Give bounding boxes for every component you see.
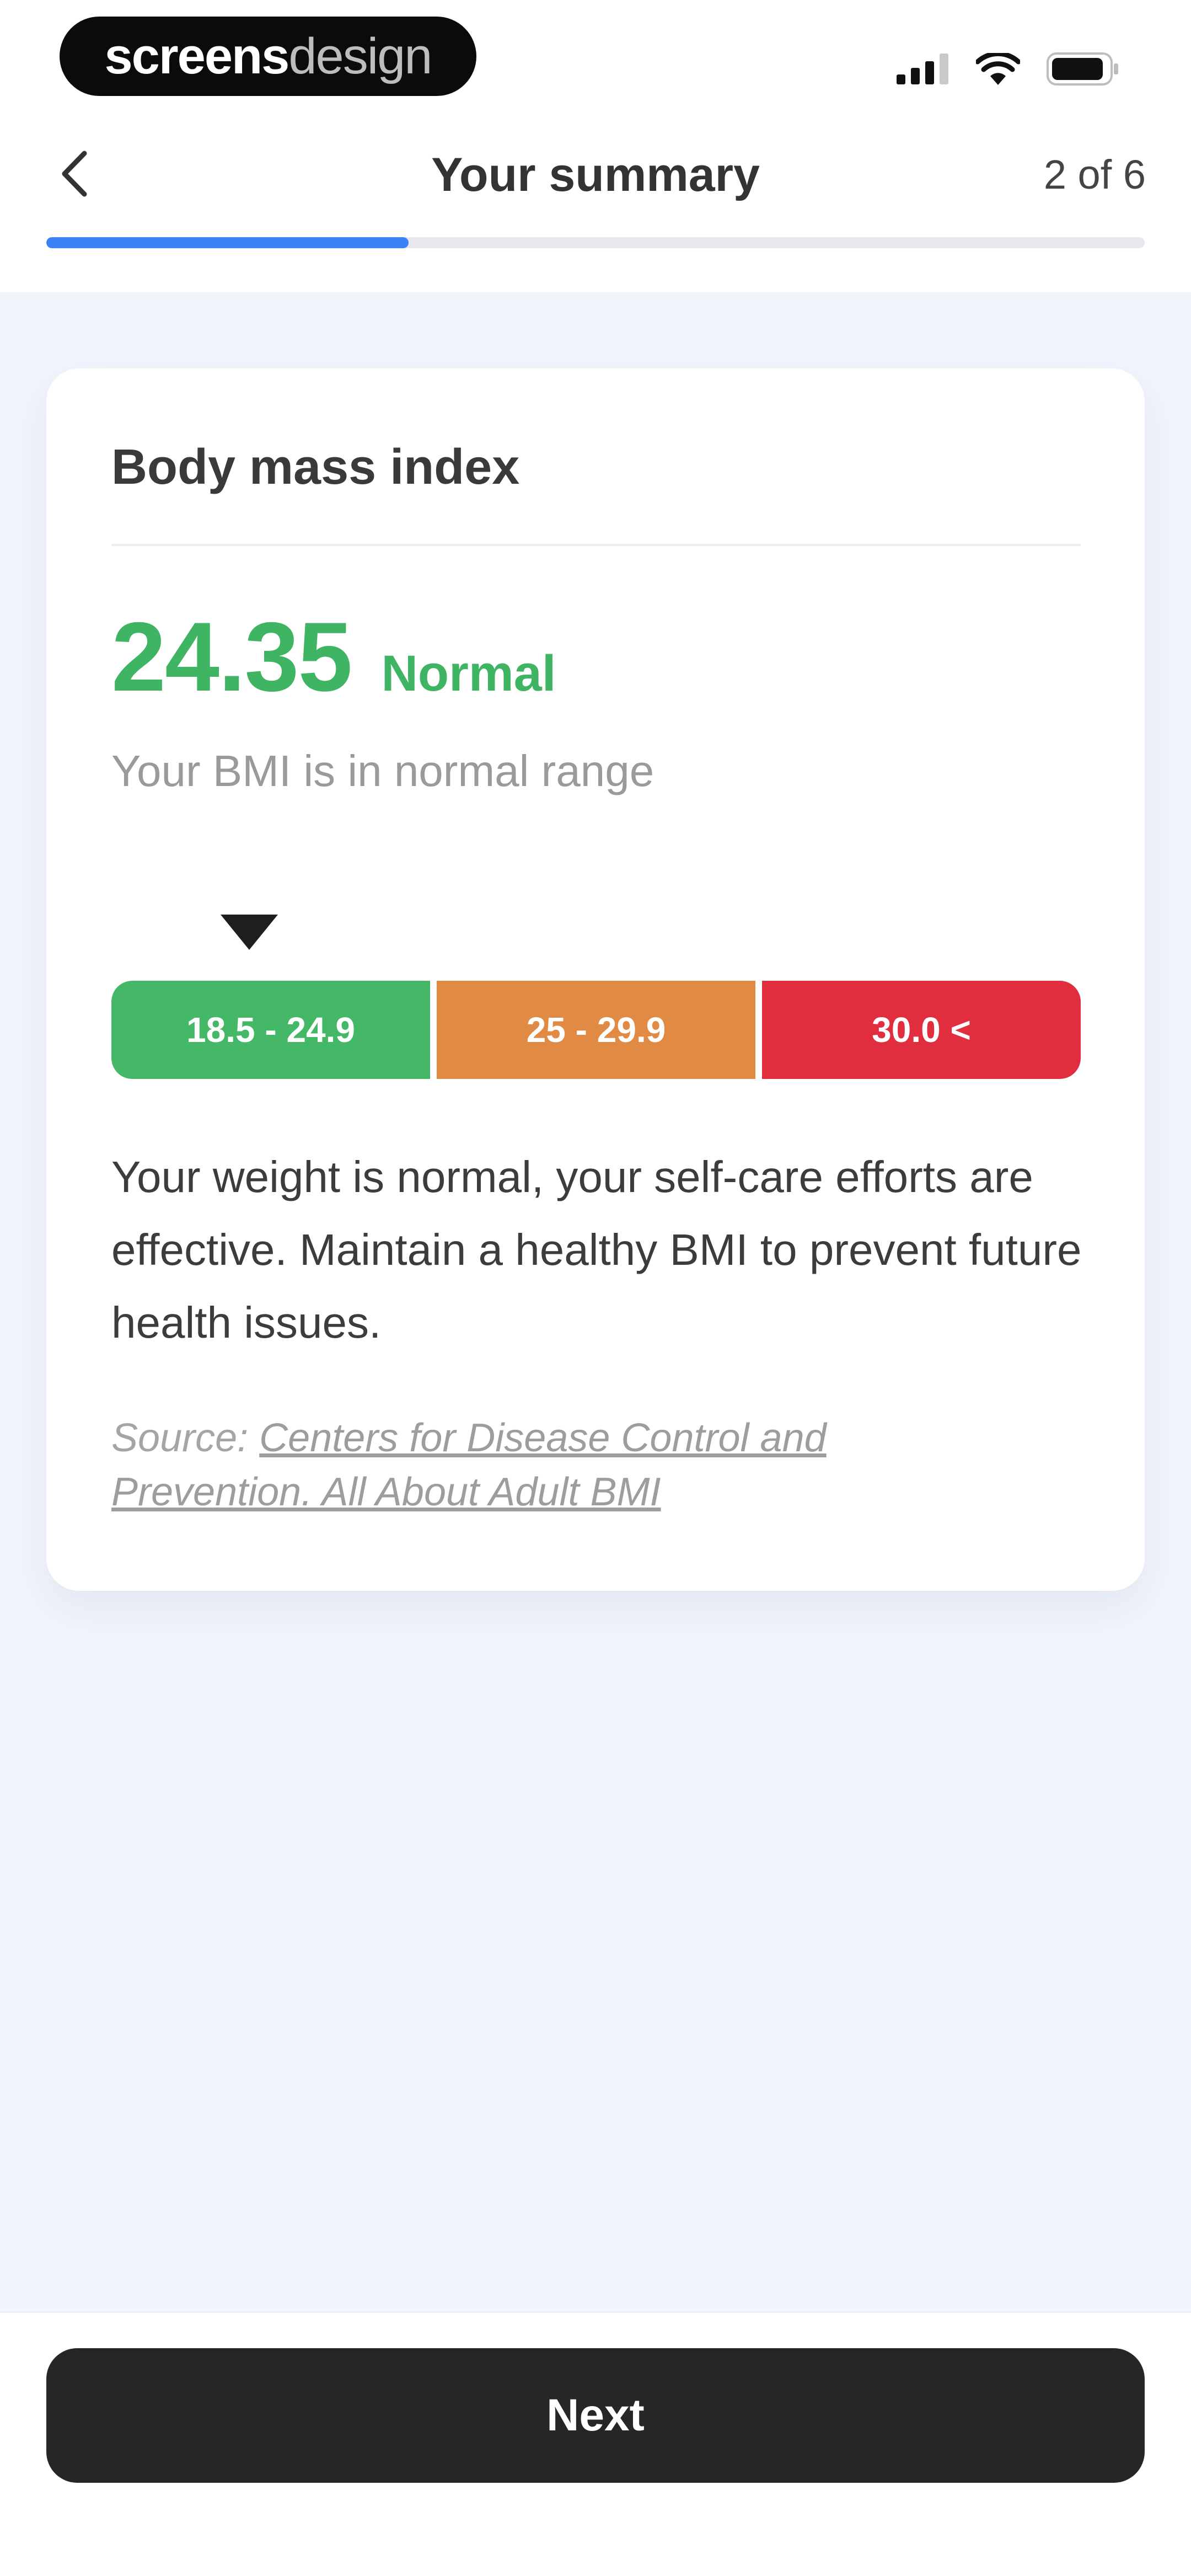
battery-icon	[1047, 52, 1119, 85]
bmi-result-row: 24.35 Normal	[111, 600, 556, 713]
card-title: Body mass index	[111, 440, 520, 495]
step-counter: 2 of 6	[1043, 152, 1146, 197]
screen: screens design Your summary 2 of 6 Body …	[0, 0, 1191, 2576]
footer: Next	[0, 2311, 1191, 2576]
source-citation: Source: Centers for Disease Control and …	[111, 1411, 994, 1519]
scale-segment-normal: 18.5 - 24.9	[111, 981, 430, 1079]
next-button[interactable]: Next	[46, 2348, 1145, 2483]
card-divider	[111, 544, 1081, 546]
bmi-value: 24.35	[111, 602, 352, 712]
source-prefix: Source:	[111, 1416, 249, 1460]
bmi-scale: 18.5 - 24.9 25 - 29.9 30.0 <	[111, 981, 1081, 1079]
bmi-status-label: Normal	[381, 645, 556, 702]
wifi-icon	[976, 53, 1020, 85]
status-bar: screens design	[0, 0, 1191, 116]
page-title: Your summary	[431, 148, 760, 201]
nav-header: Your summary 2 of 6	[0, 127, 1191, 226]
cellular-signal-icon	[897, 54, 949, 84]
bmi-description: Your weight is normal, your self-care ef…	[111, 1152, 1082, 1347]
bmi-card: Body mass index 24.35 Normal Your BMI is…	[46, 368, 1145, 1591]
brand-text-part2: design	[288, 28, 432, 84]
bmi-subtitle: Your BMI is in normal range	[111, 746, 654, 795]
brand-text-part1: screens	[104, 28, 290, 84]
status-icons	[897, 50, 1119, 88]
scale-segment-overweight: 25 - 29.9	[437, 981, 755, 1079]
progress-bar-fill	[46, 237, 409, 248]
triangle-down-icon	[221, 915, 278, 950]
progress-bar	[46, 237, 1145, 248]
brand-badge: screens design	[60, 17, 476, 96]
scale-segment-obese: 30.0 <	[762, 981, 1081, 1079]
